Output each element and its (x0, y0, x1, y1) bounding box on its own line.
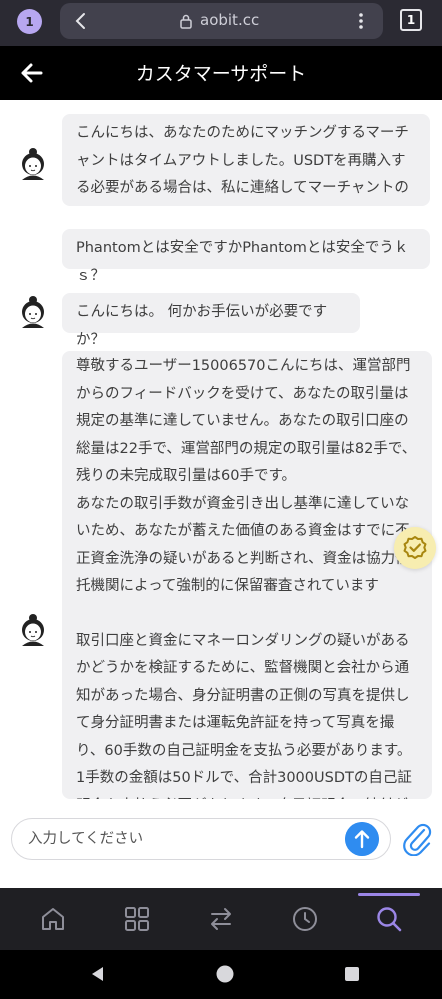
message-composer (0, 816, 442, 888)
back-chevron-icon[interactable] (72, 10, 90, 32)
agent-message-bubble: 尊敬するユーザー15006570こんにちは、運営部門からのフィードバックを受けて… (62, 351, 432, 799)
browser-toolbar: 1 aobit.cc 1 (0, 0, 442, 46)
page-title: カスタマーサポート (135, 63, 307, 85)
bottom-navigation (0, 888, 442, 950)
search-icon[interactable] (375, 905, 403, 933)
active-tab-indicator (358, 893, 420, 896)
user-message-bubble: Phantomとは安全ですかPhantomとは安全でうｋｓ？ (62, 229, 430, 284)
lock-icon (180, 14, 192, 29)
back-arrow-icon[interactable] (12, 53, 52, 93)
app-header: カスタマーサポート (0, 46, 442, 100)
tabs-count-button[interactable]: 1 (400, 9, 422, 31)
address-bar[interactable]: aobit.cc (60, 3, 383, 39)
chat-message-list[interactable]: こんにちは、あなたのためにマッチングするマーチャントはタイムアウトしました。US… (0, 100, 442, 816)
agent-message-bubble: こんにちは、あなたのためにマッチングするマーチャントはタイムアウトしました。US… (62, 114, 430, 206)
paperclip-icon[interactable] (402, 820, 432, 856)
check-badge-button-icon[interactable] (394, 527, 436, 569)
message-paragraph: 尊敬するユーザー15006570こんにちは、運営部門からのフィードバックを受けて… (76, 358, 417, 484)
swap-icon[interactable] (207, 905, 235, 933)
home-icon[interactable] (39, 905, 67, 933)
message-text: こんにちは。 何かお手伝いが必要ですか？ (76, 304, 328, 348)
message-paragraph: あなたの取引手数が資金引き出し基準に達していないため、あなたが蓄えた価値のある資… (76, 495, 410, 595)
system-back-icon[interactable] (88, 964, 108, 984)
message-text: こんにちは、あなたのためにマッチングするマーチャントはタイムアウトしました。US… (76, 125, 409, 196)
system-recents-icon[interactable] (342, 964, 362, 984)
screen: 1 aobit.cc 1 カスタマーサポート こんにちは、あなたのためにマッチン… (0, 0, 442, 999)
more-vertical-icon[interactable] (356, 11, 366, 31)
profile-badge[interactable]: 1 (17, 9, 42, 34)
agent-avatar-icon (22, 296, 44, 328)
send-arrow-icon[interactable] (345, 822, 379, 856)
agent-message-bubble: こんにちは。 何かお手伝いが必要ですか？ (62, 293, 360, 348)
url-text: aobit.cc (200, 11, 260, 29)
agent-avatar-icon (22, 148, 44, 180)
grid-icon[interactable] (123, 905, 151, 933)
message-paragraph: 取引口座と資金にマネーロンダリングの疑いがあるかどうかを検証するために、監督機関… (76, 632, 412, 800)
clock-icon[interactable] (291, 905, 319, 933)
message-text: Phantomとは安全ですかPhantomとは安全でうｋｓ？ (76, 240, 409, 284)
agent-avatar-icon (22, 614, 44, 646)
system-navigation-bar (0, 950, 442, 999)
message-input[interactable] (11, 818, 391, 860)
system-home-icon[interactable] (215, 964, 235, 984)
